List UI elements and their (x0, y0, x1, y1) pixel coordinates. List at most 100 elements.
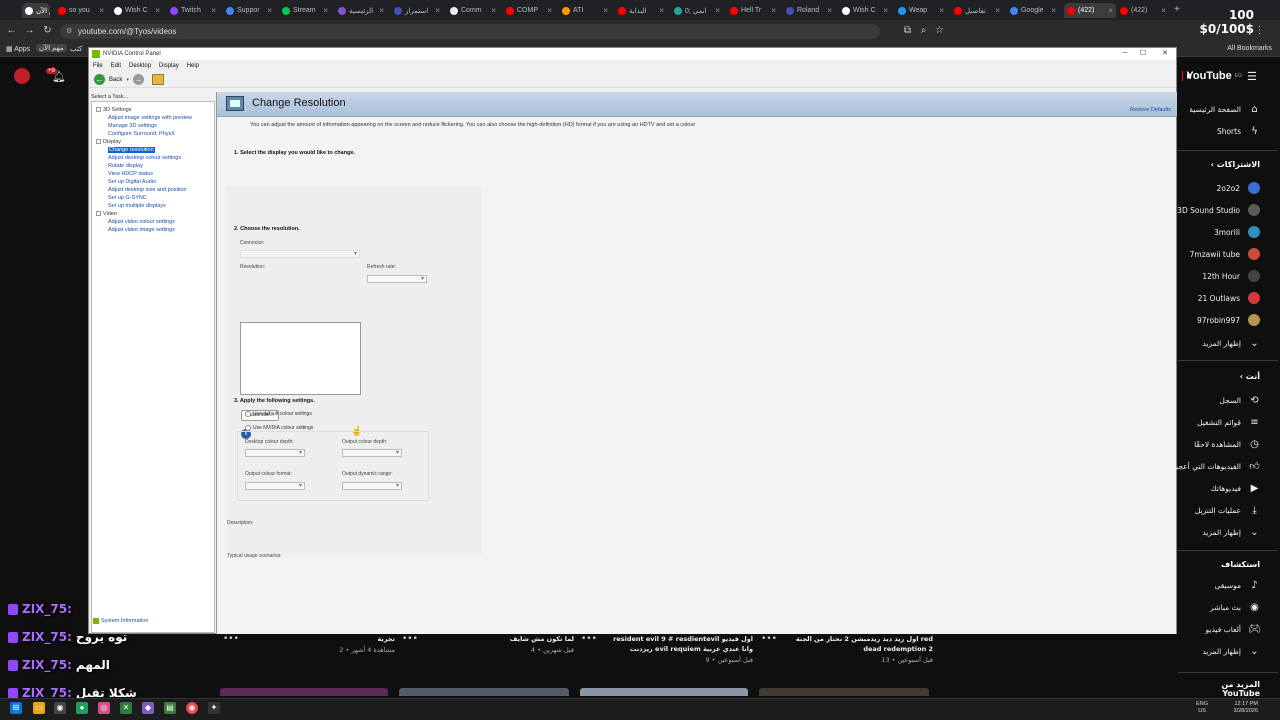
expand-collapse-icon[interactable] (96, 139, 101, 144)
forward-icon[interactable]: → (24, 25, 35, 36)
tab-close-icon[interactable]: × (715, 6, 720, 15)
bookmark-star-icon[interactable]: ☆ (934, 25, 945, 36)
restore-defaults-link[interactable]: Restore Defaults (1130, 107, 1171, 113)
app-icon[interactable]: ▤ (164, 702, 176, 714)
task-link[interactable]: Adjust video image settings (108, 227, 175, 233)
avatar[interactable] (14, 68, 30, 84)
browser-tab[interactable]: (422) × (1120, 3, 1166, 18)
back-icon[interactable]: ← (6, 25, 17, 36)
minimize-button[interactable]: ─ (1115, 48, 1135, 60)
browser-tab[interactable]: مهم الآن (22, 3, 50, 18)
steam-icon[interactable]: ◉ (54, 702, 66, 714)
task-category[interactable]: Display (96, 139, 121, 145)
video-thumbnail[interactable] (399, 688, 569, 696)
tab-close-icon[interactable]: × (827, 6, 832, 15)
install-icon[interactable]: ⧉ (902, 25, 913, 36)
browser-tab[interactable]: Twitch × (170, 3, 216, 18)
sidebar-item-you[interactable]: عمليات التنزيل ⤓ (1180, 503, 1260, 517)
sidebar-item-you[interactable]: الفيديوهات التي أعجبتني 👍︎ (1165, 459, 1260, 473)
browser-tab[interactable]: استمرار × (394, 3, 440, 18)
task-link[interactable]: Adjust desktop colour settings (108, 155, 181, 161)
task-link[interactable]: Configure Surround, PhysX (108, 131, 175, 137)
language-indicator[interactable]: ENG US (1196, 701, 1208, 715)
sidebar-item-you[interactable]: قوائم التشغيل ≡ (1180, 415, 1260, 429)
home-icon[interactable] (151, 74, 164, 85)
browser-tab[interactable]: ATI × (562, 3, 608, 18)
bookmark-item[interactable]: كتب (70, 45, 82, 53)
address-bar[interactable]: ⚙ youtube.com/@Tyos/videos (60, 24, 880, 39)
subscription-channel[interactable]: 3morili (1180, 225, 1260, 239)
back-button-label[interactable]: Back (109, 77, 122, 83)
expand-collapse-icon[interactable] (96, 211, 101, 216)
system-information-link[interactable]: System Information (93, 618, 148, 624)
more-options-icon[interactable]: ••• (761, 634, 777, 644)
sidebar-item-explore[interactable]: بث مباشر ◉ (1180, 600, 1260, 614)
video-thumbnail[interactable] (759, 688, 929, 696)
video-card[interactable]: ••• resident evil 9 # resdientevil اول في… (581, 634, 753, 664)
browser-tab[interactable]: so you × (58, 3, 104, 18)
task-link[interactable]: Adjust video colour settings (108, 219, 175, 225)
sidebar-item-home[interactable]: الصفحة الرئيسية ⌂ (1180, 102, 1260, 116)
task-link[interactable]: Adjust desktop size and position (108, 187, 187, 193)
browser-tab[interactable]: Roland × (786, 3, 832, 18)
video-card[interactable]: ••• اول ريد ديد ريدمبشن 2 نختار من الجنة … (761, 634, 933, 664)
app-icon[interactable]: ● (76, 702, 88, 714)
tab-close-icon[interactable]: × (267, 6, 272, 15)
subscription-channel[interactable]: 12th Hour (1180, 269, 1260, 283)
all-bookmarks[interactable]: All Bookmarks (1227, 45, 1272, 52)
more-options-icon[interactable]: ••• (223, 634, 239, 644)
menu-item[interactable]: Edit (111, 61, 121, 72)
task-link[interactable]: Manage 3D settings (108, 123, 157, 129)
you-heading[interactable]: ‹ أنت (1190, 372, 1260, 381)
subscription-channel[interactable]: 3D Sound Studio (1177, 203, 1260, 217)
new-tab-button[interactable]: + (1174, 4, 1180, 15)
tab-close-icon[interactable]: × (99, 6, 104, 15)
refresh-rate-select[interactable] (367, 275, 427, 283)
sidebar-item-you[interactable]: السجل ⟲ (1180, 393, 1260, 407)
sidebar-item-show-more[interactable]: إظهار المزيد ⌄ (1180, 336, 1260, 350)
sidebar-item-explore[interactable]: موسيقى ♪ (1180, 578, 1260, 592)
browser-tab[interactable]: Weap × (898, 3, 944, 18)
browser-tab[interactable]: Google × (1010, 3, 1056, 18)
subscription-channel[interactable]: 2o2o2 (1180, 181, 1260, 195)
app-icon[interactable]: ✦ (208, 702, 220, 714)
browser-menu-icon[interactable]: ⋮ (1254, 25, 1265, 36)
subscriptions-heading[interactable]: ‹ الاشتراكات (1190, 160, 1260, 169)
browser-tab[interactable]: Wish C × (114, 3, 160, 18)
bell-icon[interactable]: 🔔︎ (52, 70, 66, 83)
browser-tab[interactable]: البداية × (618, 3, 664, 18)
browser-tab[interactable]: الرئيسية × (338, 3, 384, 18)
zoom-icon[interactable]: ⌕ (918, 25, 929, 36)
tab-close-icon[interactable]: × (323, 6, 328, 15)
video-card[interactable]: ••• لما تكون مش شايف 4 • قبل شهرين (402, 634, 574, 654)
tab-close-icon[interactable]: × (547, 6, 552, 15)
browser-tab[interactable]: انمي ;0 × (674, 3, 720, 18)
task-link[interactable]: Rotate display (108, 163, 143, 169)
menu-item[interactable]: File (93, 61, 103, 72)
expand-collapse-icon[interactable] (96, 107, 101, 112)
tab-close-icon[interactable]: × (771, 6, 776, 15)
use-default-colour-radio[interactable]: Use default colour settings (245, 411, 312, 417)
browser-tab[interactable]: Comm × (450, 3, 496, 18)
sidebar-item-you[interactable]: إظهار المزيد ⌄ (1180, 525, 1260, 539)
tab-close-icon[interactable]: × (995, 6, 1000, 15)
menu-item[interactable]: Help (187, 61, 199, 72)
tab-close-icon[interactable]: × (491, 6, 496, 15)
tab-close-icon[interactable]: × (435, 6, 440, 15)
hamburger-menu-icon[interactable]: ☰ (1247, 70, 1257, 83)
sidebar-item-explore[interactable]: ألعاب فيديو 🎮︎ (1180, 622, 1261, 636)
sidebar-item-you[interactable]: المشاهدة لاحقًا ◷ (1180, 437, 1260, 451)
video-thumbnail[interactable] (580, 688, 748, 696)
forward-arrow-icon[interactable]: → (132, 74, 144, 85)
output-dynamic-range-select[interactable] (342, 482, 402, 490)
output-colour-format-select[interactable] (245, 482, 305, 490)
browser-tab[interactable]: Hell Tr × (730, 3, 776, 18)
dropdown-arrow-icon[interactable]: ▾ (126, 77, 129, 83)
tab-close-icon[interactable]: × (883, 6, 888, 15)
browser-tab[interactable]: Suppor × (226, 3, 272, 18)
subscription-channel[interactable]: 7mzawii tube (1180, 247, 1260, 261)
tab-close-icon[interactable]: × (1161, 6, 1166, 15)
reload-icon[interactable]: ↻ (42, 25, 53, 36)
tab-close-icon[interactable]: × (603, 6, 608, 15)
windows-start-icon[interactable]: ⊞ (10, 702, 22, 714)
